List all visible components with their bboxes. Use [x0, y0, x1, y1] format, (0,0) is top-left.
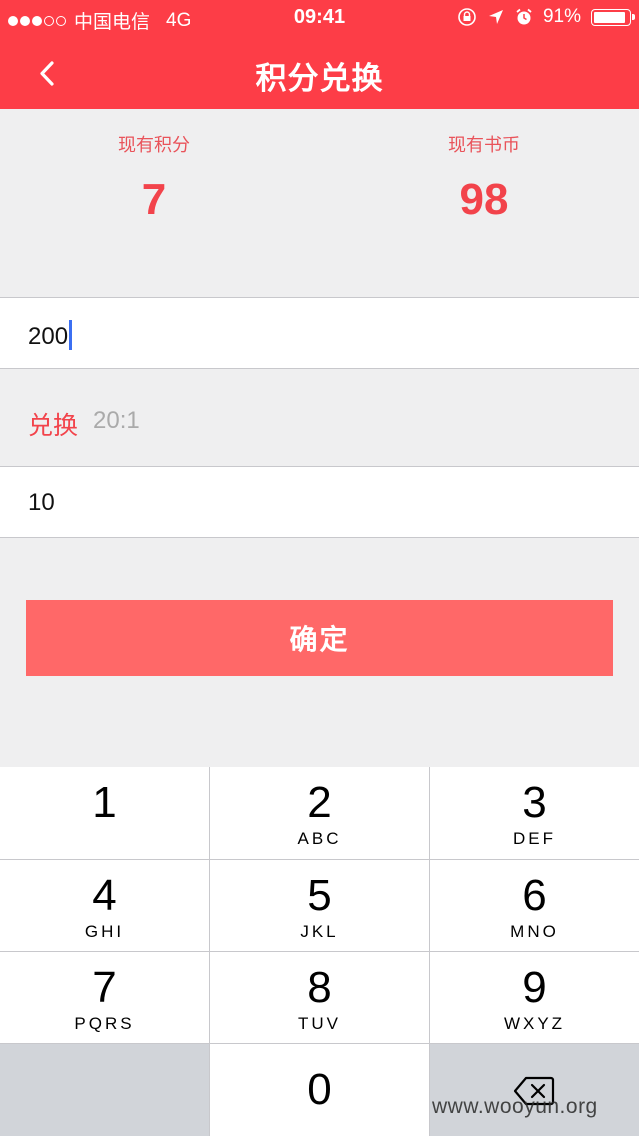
exchange-label: 兑换	[28, 412, 79, 440]
points-value: 7	[141, 175, 167, 224]
key-digit: 7	[92, 963, 117, 1012]
confirm-button[interactable]: 确定	[26, 600, 613, 676]
key-4[interactable]: 4 GHI	[0, 860, 210, 952]
key-6[interactable]: 6 MNO	[430, 860, 639, 952]
coins-output-field[interactable]: 10	[0, 466, 639, 538]
key-1[interactable]: 1	[0, 767, 210, 860]
key-digit: 9	[522, 963, 547, 1012]
key-letters: ABC	[297, 829, 342, 848]
navigation-bar: 积分兑换	[0, 36, 639, 109]
key-2[interactable]: 2 ABC	[210, 767, 430, 860]
key-letters: TUV	[298, 1014, 341, 1033]
numeric-keypad: 1 2 ABC 3 DEF 4 GHI 5 JKL 6 MNO 7 PQRS 8…	[0, 767, 639, 1136]
delete-key[interactable]	[430, 1044, 639, 1136]
points-label: 现有积分	[118, 135, 190, 155]
key-letters: WXYZ	[503, 1014, 566, 1033]
key-letters: DEF	[513, 829, 556, 848]
key-letters: JKL	[300, 922, 339, 941]
battery-icon	[591, 8, 635, 26]
key-9[interactable]: 9 WXYZ	[430, 952, 639, 1044]
text-caret	[69, 320, 73, 350]
coins-value: 98	[459, 175, 509, 224]
alarm-icon	[516, 8, 532, 25]
key-digit: 0	[307, 1065, 332, 1114]
key-letters: GHI	[84, 922, 125, 941]
key-7[interactable]: 7 PQRS	[0, 952, 210, 1044]
location-arrow-icon	[488, 10, 503, 24]
key-digit: 3	[522, 778, 547, 827]
status-right: 91%	[457, 6, 635, 28]
key-digit: 4	[92, 871, 117, 920]
key-0[interactable]: 0	[210, 1044, 430, 1136]
key-8[interactable]: 8 TUV	[210, 952, 430, 1044]
key-digit: 1	[92, 778, 117, 827]
exchange-rate-row: 兑换 20:1	[0, 372, 639, 466]
watermark: www.wooyun.org	[432, 1095, 598, 1118]
coins-balance: 现有书币 98	[384, 131, 584, 225]
exchange-ratio: 20:1	[93, 407, 140, 434]
balance-summary: 现有积分 7 现有书币 98	[0, 109, 639, 297]
rotation-lock-icon	[458, 8, 476, 26]
key-letters: MNO	[510, 922, 559, 941]
status-bar: 中国电信 4G 09:41 91%	[0, 0, 639, 36]
battery-percent: 91%	[542, 6, 581, 27]
key-blank	[0, 1044, 210, 1136]
battery-fill	[594, 11, 625, 23]
key-digit: 2	[307, 778, 332, 827]
key-3[interactable]: 3 DEF	[430, 767, 639, 860]
key-digit: 8	[307, 963, 332, 1012]
coins-output-value: 10	[28, 489, 55, 516]
page-title: 积分兑换	[255, 61, 384, 96]
key-digit: 6	[522, 871, 547, 920]
coins-label: 现有书币	[448, 135, 520, 155]
key-5[interactable]: 5 JKL	[210, 860, 430, 952]
key-digit: 5	[307, 871, 332, 920]
points-input-value: 200	[28, 323, 69, 350]
points-input-text[interactable]: 200	[28, 320, 73, 351]
points-balance: 现有积分 7	[54, 131, 254, 225]
points-input-field[interactable]: 200	[0, 297, 639, 369]
key-letters: PQRS	[74, 1014, 135, 1033]
